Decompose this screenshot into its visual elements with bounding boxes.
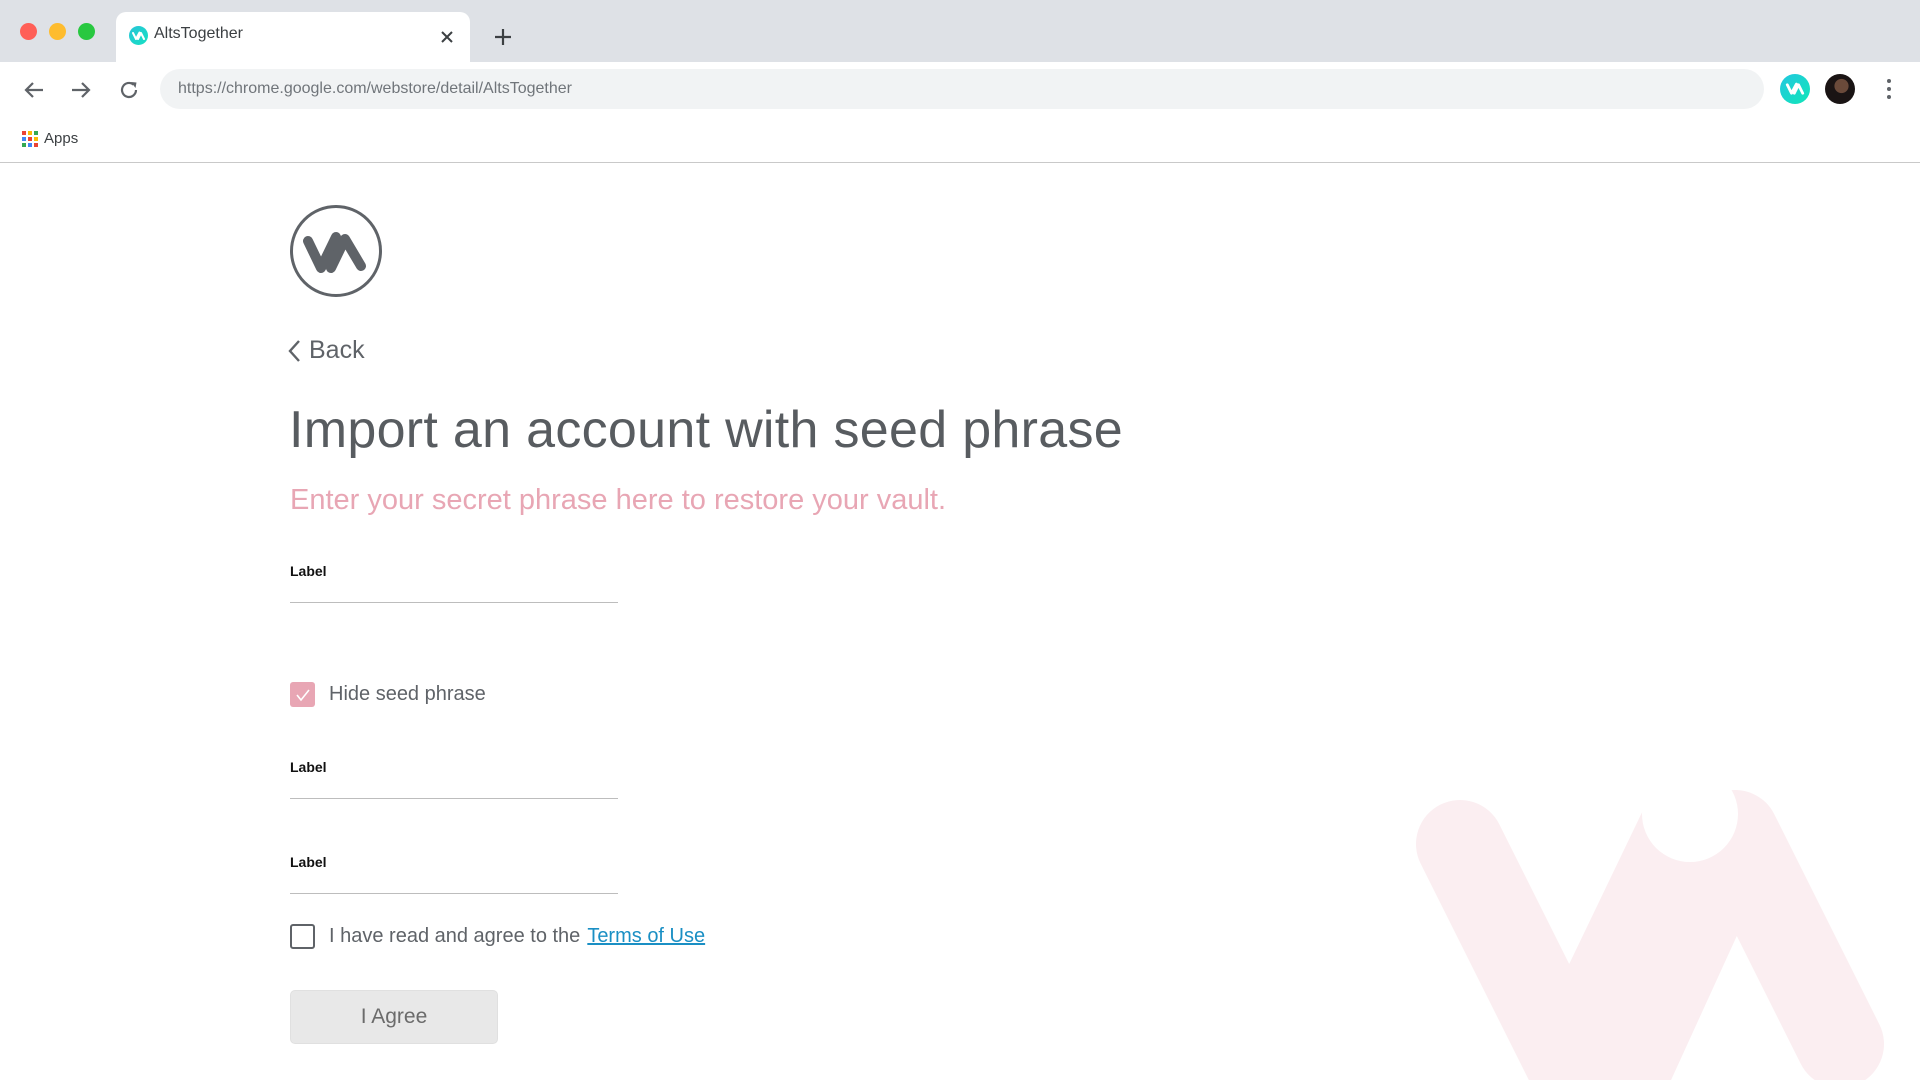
tab-title: AltsTogether — [154, 25, 243, 42]
chevron-left-icon — [288, 339, 300, 362]
bookmarks-bar: Apps — [0, 116, 1920, 163]
hide-seed-phrase-checkbox-row[interactable]: Hide seed phrase — [290, 682, 486, 707]
field-label: Label — [290, 854, 327, 870]
tab-strip: AltsTogether — [0, 0, 1920, 62]
minimize-window-button[interactable] — [49, 23, 66, 40]
terms-label: I have read and agree to the — [329, 925, 581, 947]
seed-phrase-field: Label — [290, 563, 618, 603]
checkmark-icon — [295, 689, 310, 701]
altstogether-logo — [290, 205, 382, 297]
seed-phrase-input[interactable] — [290, 583, 618, 603]
address-bar[interactable]: https://chrome.google.com/webstore/detai… — [160, 69, 1764, 109]
terms-of-use-link[interactable]: Terms of Use — [587, 925, 705, 948]
field-label: Label — [290, 759, 327, 775]
terms-checkbox[interactable] — [290, 924, 315, 949]
bookmark-label: Apps — [44, 130, 79, 147]
more-menu-icon[interactable] — [1876, 76, 1902, 102]
profile-avatar[interactable] — [1825, 74, 1855, 104]
confirm-password-field: Label — [290, 854, 618, 894]
back-link[interactable]: Back — [287, 336, 365, 365]
close-window-button[interactable] — [20, 23, 37, 40]
hide-seed-phrase-checkbox[interactable] — [290, 682, 315, 707]
back-label: Back — [309, 336, 365, 364]
hide-seed-phrase-label: Hide seed phrase — [329, 683, 486, 705]
back-arrow-icon[interactable] — [20, 76, 48, 104]
field-label: Label — [290, 563, 327, 579]
forward-arrow-icon[interactable] — [67, 76, 95, 104]
apps-grid-icon — [22, 130, 38, 147]
page-content: Back Import an account with seed phrase … — [0, 164, 1920, 1080]
terms-checkbox-row[interactable]: I have read and agree to the Terms of Us… — [290, 924, 705, 949]
new-password-field: Label — [290, 759, 618, 799]
page-title: Import an account with seed phrase — [289, 401, 1123, 459]
altstogether-favicon-icon — [129, 26, 148, 45]
close-tab-icon[interactable] — [436, 26, 458, 48]
brand-watermark-icon — [1416, 766, 1884, 1080]
confirm-password-input[interactable] — [290, 874, 618, 894]
agree-button[interactable]: I Agree — [290, 990, 498, 1044]
page-subtitle: Enter your secret phrase here to restore… — [290, 484, 947, 516]
browser-tab[interactable]: AltsTogether — [116, 12, 470, 62]
browser-window: AltsTogether https://chrome.google.com/w… — [0, 0, 1920, 1080]
new-password-input[interactable] — [290, 779, 618, 799]
bookmark-apps[interactable]: Apps — [22, 130, 78, 147]
reload-icon[interactable] — [115, 76, 143, 104]
maximize-window-button[interactable] — [78, 23, 95, 40]
new-tab-plus-icon[interactable] — [490, 24, 516, 50]
altstogether-extension-icon[interactable] — [1780, 74, 1810, 104]
browser-toolbar: https://chrome.google.com/webstore/detai… — [0, 62, 1920, 116]
